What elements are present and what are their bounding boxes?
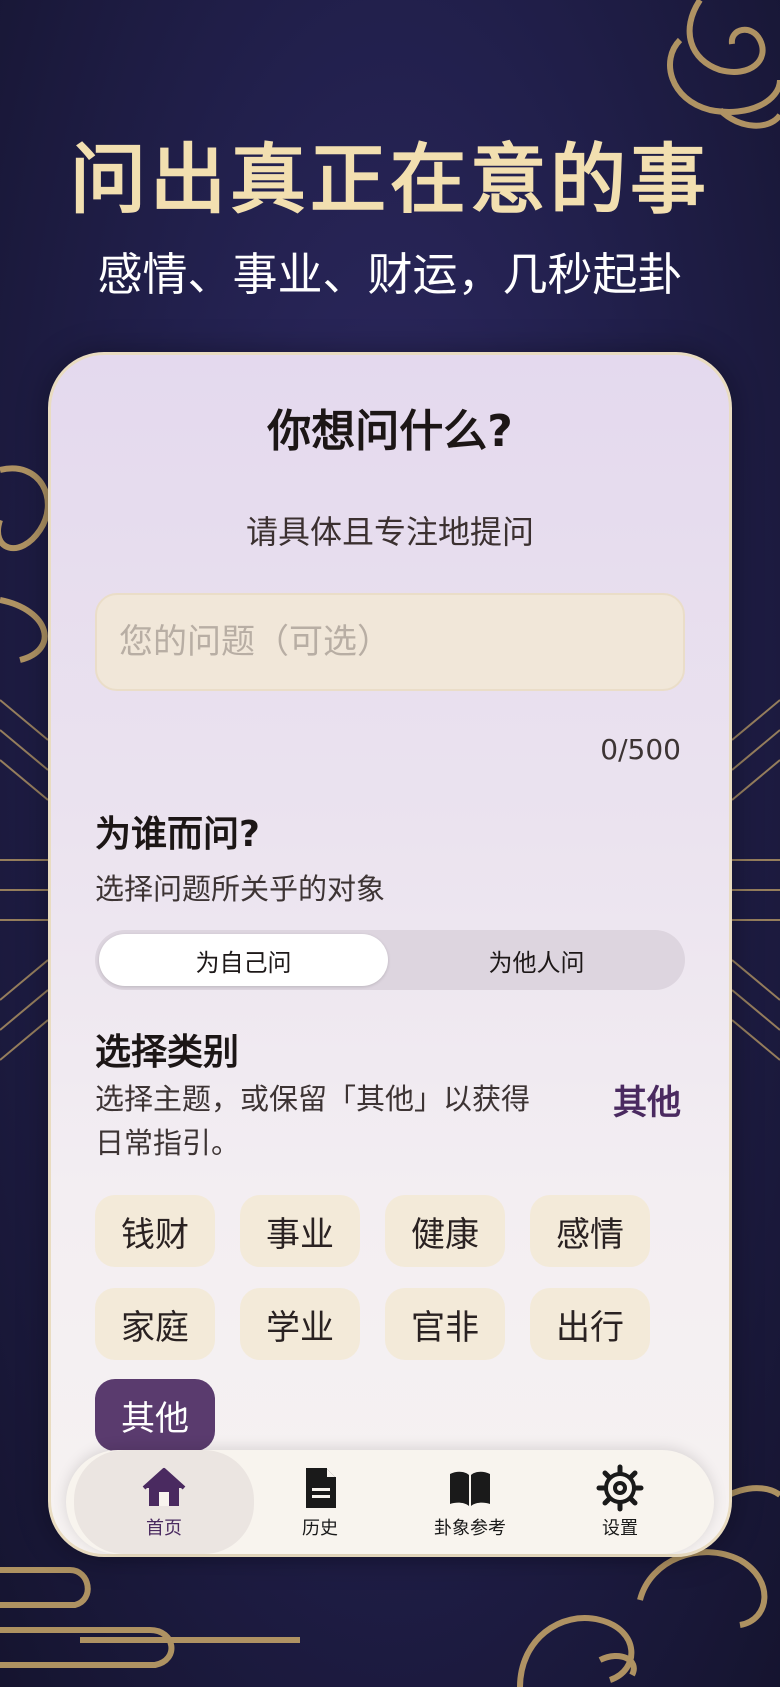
book-icon [450, 1471, 490, 1506]
app-screen: 你想问什么? 请具体且专注地提问 0/500 为谁而问? 选择问题所关乎的对象 … [48, 352, 732, 1557]
category-chip-travel[interactable]: 出行 [530, 1288, 650, 1360]
nav-item-home[interactable]: 首页 [74, 1450, 254, 1554]
home-icon [142, 1468, 186, 1506]
category-section-description-line2: 日常指引。 [95, 1126, 241, 1160]
nav-label-hexagram-reference: 卦象参考 [434, 1518, 506, 1539]
category-chip-health[interactable]: 健康 [385, 1195, 505, 1267]
category-chip-study[interactable]: 学业 [240, 1288, 360, 1360]
category-chip-career[interactable]: 事业 [240, 1195, 360, 1267]
category-chip-lawsuit[interactable]: 官非 [385, 1288, 505, 1360]
hero-subtitle: 感情、事业、财运，几秒起卦 [97, 248, 683, 301]
nav-item-hexagram-reference[interactable]: 卦象参考 [395, 1450, 545, 1554]
page-subtitle: 请具体且专注地提问 [245, 513, 534, 551]
target-section-description: 选择问题所关乎的对象 [95, 872, 386, 906]
bottom-nav: 首页 历史 卦象参考 设置 [66, 1450, 714, 1554]
target-section-title: 为谁而问? [95, 814, 260, 855]
page-title: 你想问什么? [267, 406, 513, 457]
target-option-others[interactable]: 为他人问 [392, 934, 681, 986]
nav-label-settings: 设置 [602, 1518, 638, 1539]
document-icon [306, 1468, 336, 1508]
target-option-self[interactable]: 为自己问 [99, 934, 388, 986]
category-chip-love[interactable]: 感情 [530, 1195, 650, 1267]
nav-item-settings[interactable]: 设置 [545, 1450, 695, 1554]
current-category-label: 其他 [613, 1083, 681, 1123]
gear-icon [596, 1464, 644, 1512]
category-section-title: 选择类别 [95, 1032, 240, 1073]
hero-title: 问出真正在意的事 [70, 135, 710, 224]
question-input[interactable] [95, 593, 685, 691]
nav-label-history: 历史 [302, 1518, 338, 1539]
target-segmented-control: 为自己问 为他人问 [95, 930, 685, 990]
char-counter: 0/500 [600, 733, 681, 766]
nav-item-history[interactable]: 历史 [245, 1450, 395, 1554]
category-chip-money[interactable]: 钱财 [95, 1195, 215, 1267]
nav-label-home: 首页 [146, 1518, 182, 1539]
category-chip-family[interactable]: 家庭 [95, 1288, 215, 1360]
category-chip-other[interactable]: 其他 [95, 1379, 215, 1451]
category-section-description-line1: 选择主题，或保留「其他」以获得 [95, 1082, 531, 1116]
